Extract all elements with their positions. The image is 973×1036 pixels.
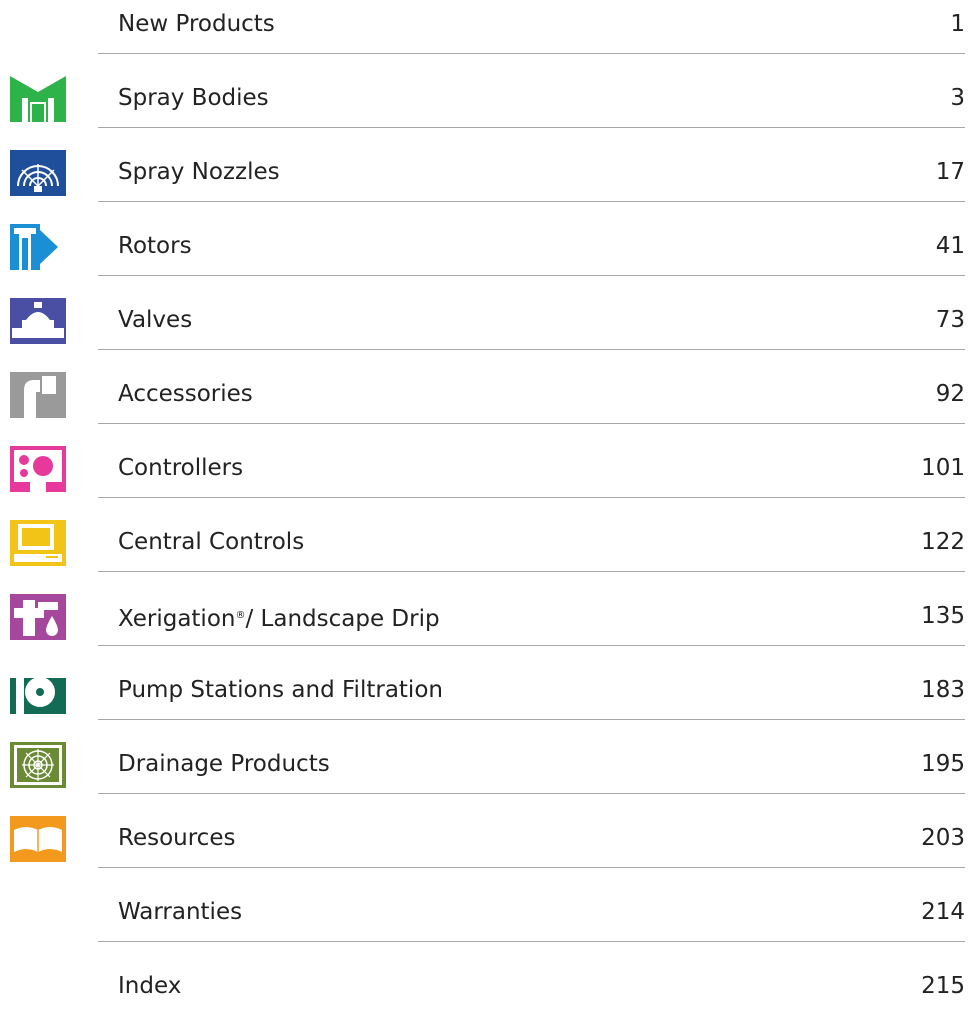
drip-icon bbox=[10, 594, 66, 640]
toc-entry-xerigation-landscape-drip[interactable]: Xerigation®/ Landscape Drip 135 bbox=[0, 592, 973, 666]
divider bbox=[98, 275, 965, 276]
toc-entry-label: Spray Nozzles bbox=[118, 159, 280, 185]
valve-icon bbox=[10, 298, 66, 344]
toc-entry-page: 41 bbox=[935, 233, 965, 259]
toc-entry-page: 3 bbox=[950, 85, 965, 111]
toc-entry-spray-bodies[interactable]: Spray Bodies 3 bbox=[0, 74, 973, 148]
controller-icon bbox=[10, 446, 66, 492]
toc-entry-new-products[interactable]: New Products 1 bbox=[0, 0, 973, 74]
toc-entry-resources[interactable]: Resources 203 bbox=[0, 814, 973, 888]
toc-entry-label: Warranties bbox=[118, 899, 243, 925]
rotor-icon bbox=[10, 224, 66, 270]
divider bbox=[98, 127, 965, 128]
toc-entry-page: 203 bbox=[921, 825, 965, 851]
book-icon bbox=[10, 816, 66, 862]
toc-entry-page: 101 bbox=[921, 455, 965, 481]
divider bbox=[98, 423, 965, 424]
divider bbox=[98, 349, 965, 350]
toc-entry-warranties[interactable]: Warranties 214 bbox=[0, 888, 973, 962]
toc-entry-label: Rotors bbox=[118, 233, 192, 259]
toc-entry-label: Resources bbox=[118, 825, 236, 851]
toc-entry-page: 215 bbox=[921, 973, 965, 999]
toc-entry-label: New Products bbox=[118, 11, 275, 37]
toc-entry-rotors[interactable]: Rotors 41 bbox=[0, 222, 973, 296]
toc-entry-page: 73 bbox=[935, 307, 965, 333]
drain-grate-icon bbox=[10, 742, 66, 788]
toc-entry-label: Controllers bbox=[118, 455, 244, 481]
toc-entry-label: Drainage Products bbox=[118, 751, 330, 777]
spray-nozzle-icon bbox=[10, 150, 66, 196]
toc-entry-label: Valves bbox=[118, 307, 193, 333]
toc-entry-page: 92 bbox=[935, 381, 965, 407]
pump-icon bbox=[10, 668, 66, 714]
toc-entry-page: 1 bbox=[950, 11, 965, 37]
divider bbox=[98, 645, 965, 646]
divider bbox=[98, 497, 965, 498]
toc-entry-page: 122 bbox=[921, 529, 965, 555]
toc-entry-spray-nozzles[interactable]: Spray Nozzles 17 bbox=[0, 148, 973, 222]
toc-entry-valves[interactable]: Valves 73 bbox=[0, 296, 973, 370]
toc-entry-central-controls[interactable]: Central Controls 122 bbox=[0, 518, 973, 592]
toc-entry-page: 135 bbox=[921, 603, 965, 629]
spray-body-icon bbox=[10, 76, 66, 122]
divider bbox=[98, 53, 965, 54]
toc-entry-drainage-products[interactable]: Drainage Products 195 bbox=[0, 740, 973, 814]
divider bbox=[98, 201, 965, 202]
divider bbox=[98, 793, 965, 794]
toc-entry-label: Xerigation®/ Landscape Drip bbox=[118, 606, 440, 632]
toc-entry-index[interactable]: Index 215 bbox=[0, 962, 973, 1036]
toc-entry-page: 214 bbox=[921, 899, 965, 925]
table-of-contents: New Products 1 Spray Bodies 3 Spray Nozz… bbox=[0, 0, 973, 1022]
toc-entry-page: 17 bbox=[935, 159, 965, 185]
toc-entry-label: Index bbox=[118, 973, 182, 999]
toc-entry-accessories[interactable]: Accessories 92 bbox=[0, 370, 973, 444]
toc-entry-page: 195 bbox=[921, 751, 965, 777]
toc-entry-label: Spray Bodies bbox=[118, 85, 269, 111]
toc-entry-label: Pump Stations and Filtration bbox=[118, 677, 443, 703]
computer-icon bbox=[10, 520, 66, 566]
toc-entry-page: 183 bbox=[921, 677, 965, 703]
divider bbox=[98, 867, 965, 868]
divider bbox=[98, 941, 965, 942]
divider bbox=[98, 571, 965, 572]
toc-entry-controllers[interactable]: Controllers 101 bbox=[0, 444, 973, 518]
divider bbox=[98, 719, 965, 720]
toc-entry-label: Accessories bbox=[118, 381, 253, 407]
elbow-fitting-icon bbox=[10, 372, 66, 418]
toc-entry-pump-stations[interactable]: Pump Stations and Filtration 183 bbox=[0, 666, 973, 740]
toc-entry-label: Central Controls bbox=[118, 529, 305, 555]
